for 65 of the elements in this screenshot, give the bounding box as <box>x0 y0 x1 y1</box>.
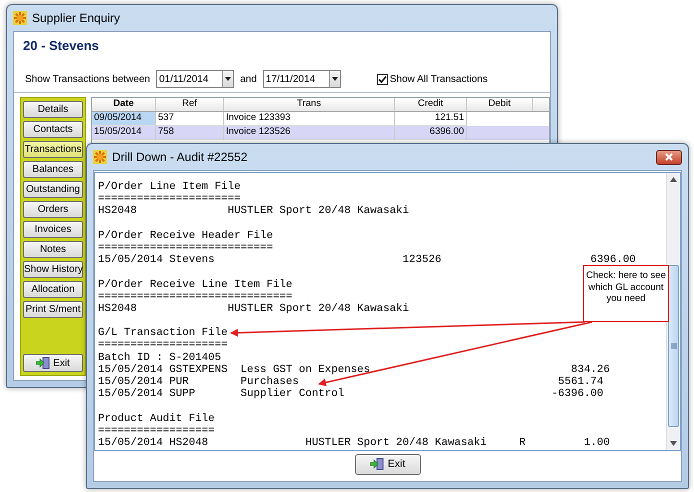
nav-button[interactable]: Outstanding <box>23 181 83 198</box>
section-rule: ============================== <box>98 290 292 303</box>
table-cell: Invoice 123526 <box>224 126 395 140</box>
supplier-name: 20 - Stevens <box>22 37 100 55</box>
nav-button[interactable]: Orders <box>23 201 83 218</box>
window-title: Supplier Enquiry <box>32 11 120 25</box>
exit-button[interactable]: Exit <box>23 354 83 372</box>
close-button[interactable] <box>656 150 682 164</box>
section-title: P/Order Line Item File <box>98 181 241 194</box>
column-header[interactable]: Trans <box>224 98 395 111</box>
column-header[interactable]: Credit <box>395 98 467 111</box>
section-title: P/Order Receive Line Item File <box>98 278 292 291</box>
nav-button[interactable]: Transactions <box>23 141 83 158</box>
show-all-checkbox[interactable] <box>376 74 388 84</box>
column-header[interactable]: Ref <box>156 98 224 111</box>
nav-button[interactable]: Print S/ment <box>23 301 83 318</box>
section-rule: ====================== <box>98 193 241 206</box>
report-line: 15/05/2014 Stevens 123526 6396.00 <box>98 254 636 266</box>
table-cell: 15/05/2014 <box>92 126 156 140</box>
exit-door-icon <box>370 458 384 470</box>
section-title: P/Order Receive Header File <box>98 230 273 242</box>
exit-door-icon <box>36 357 50 369</box>
show-all-label: Show All Transactions <box>390 74 488 84</box>
nav-button[interactable]: Contacts <box>23 121 83 138</box>
sun-icon <box>13 11 27 25</box>
column-header[interactable]: Date <box>92 98 156 111</box>
table-row[interactable]: 15/05/2014 758 Invoice 123526 6396.00 <box>92 126 549 140</box>
column-header[interactable]: Debit <box>467 98 533 111</box>
from-date-field[interactable]: 01/11/2014 <box>156 70 234 88</box>
section-title: Product Audit File <box>98 412 215 425</box>
table-cell: 09/05/2014 <box>92 112 156 126</box>
exit-button[interactable]: Exit <box>354 454 420 474</box>
report-line: 15/05/2014 HS2048 HUSTLER Sport 20/48 Kawasaki R 1.00 <box>98 436 610 450</box>
report-line: 15/05/2014 SUPP Supplier Control -6396.00 <box>98 388 604 400</box>
grip-icon <box>670 343 676 349</box>
close-icon <box>665 153 673 161</box>
scroll-up-icon[interactable] <box>670 177 677 182</box>
nav-button[interactable]: Balances <box>23 161 83 178</box>
section-title: G/L Transaction File <box>98 327 228 340</box>
callout-note: Check: here to see which GL account you need <box>583 265 669 322</box>
sun-icon <box>93 150 107 164</box>
window-title: Drill Down - Audit #22552 <box>112 150 248 164</box>
section-rule: ==================== <box>98 339 228 352</box>
table-cell: 758 <box>156 126 224 140</box>
report-line: HS2048 HUSTLER Sport 20/48 Kawasaki <box>98 205 410 218</box>
table-cell: 6396.00 <box>395 126 467 140</box>
and-label: and <box>240 74 257 84</box>
scroll-thumb[interactable] <box>668 265 679 427</box>
report-line: Batch ID : S-201405 <box>98 352 222 364</box>
scrollbar[interactable] <box>666 173 680 450</box>
scroll-down-icon[interactable] <box>670 441 677 446</box>
section-rule: =========================== <box>98 242 273 254</box>
report-line: 15/05/2014 PUR Purchases 5561.74 <box>98 376 604 388</box>
filter-label: Show Transactions between <box>25 74 150 84</box>
nav-button[interactable]: Invoices <box>23 221 83 238</box>
to-date-field[interactable]: 17/11/2014 <box>262 70 341 88</box>
nav-button[interactable]: Notes <box>23 241 83 258</box>
nav-button[interactable]: Allocation <box>23 281 83 298</box>
report-line: HS2048 HUSTLER Sport 20/48 Kawasaki <box>98 302 410 316</box>
nav-button[interactable]: Show History <box>23 261 83 278</box>
report-line: 15/05/2014 GSTEXPENS Less GST on Expenses 834.26 <box>98 364 610 376</box>
section-rule: ================== <box>98 424 215 437</box>
caret-icon <box>225 77 232 81</box>
nav-button[interactable]: Details <box>23 101 83 118</box>
caret-icon <box>332 77 338 81</box>
